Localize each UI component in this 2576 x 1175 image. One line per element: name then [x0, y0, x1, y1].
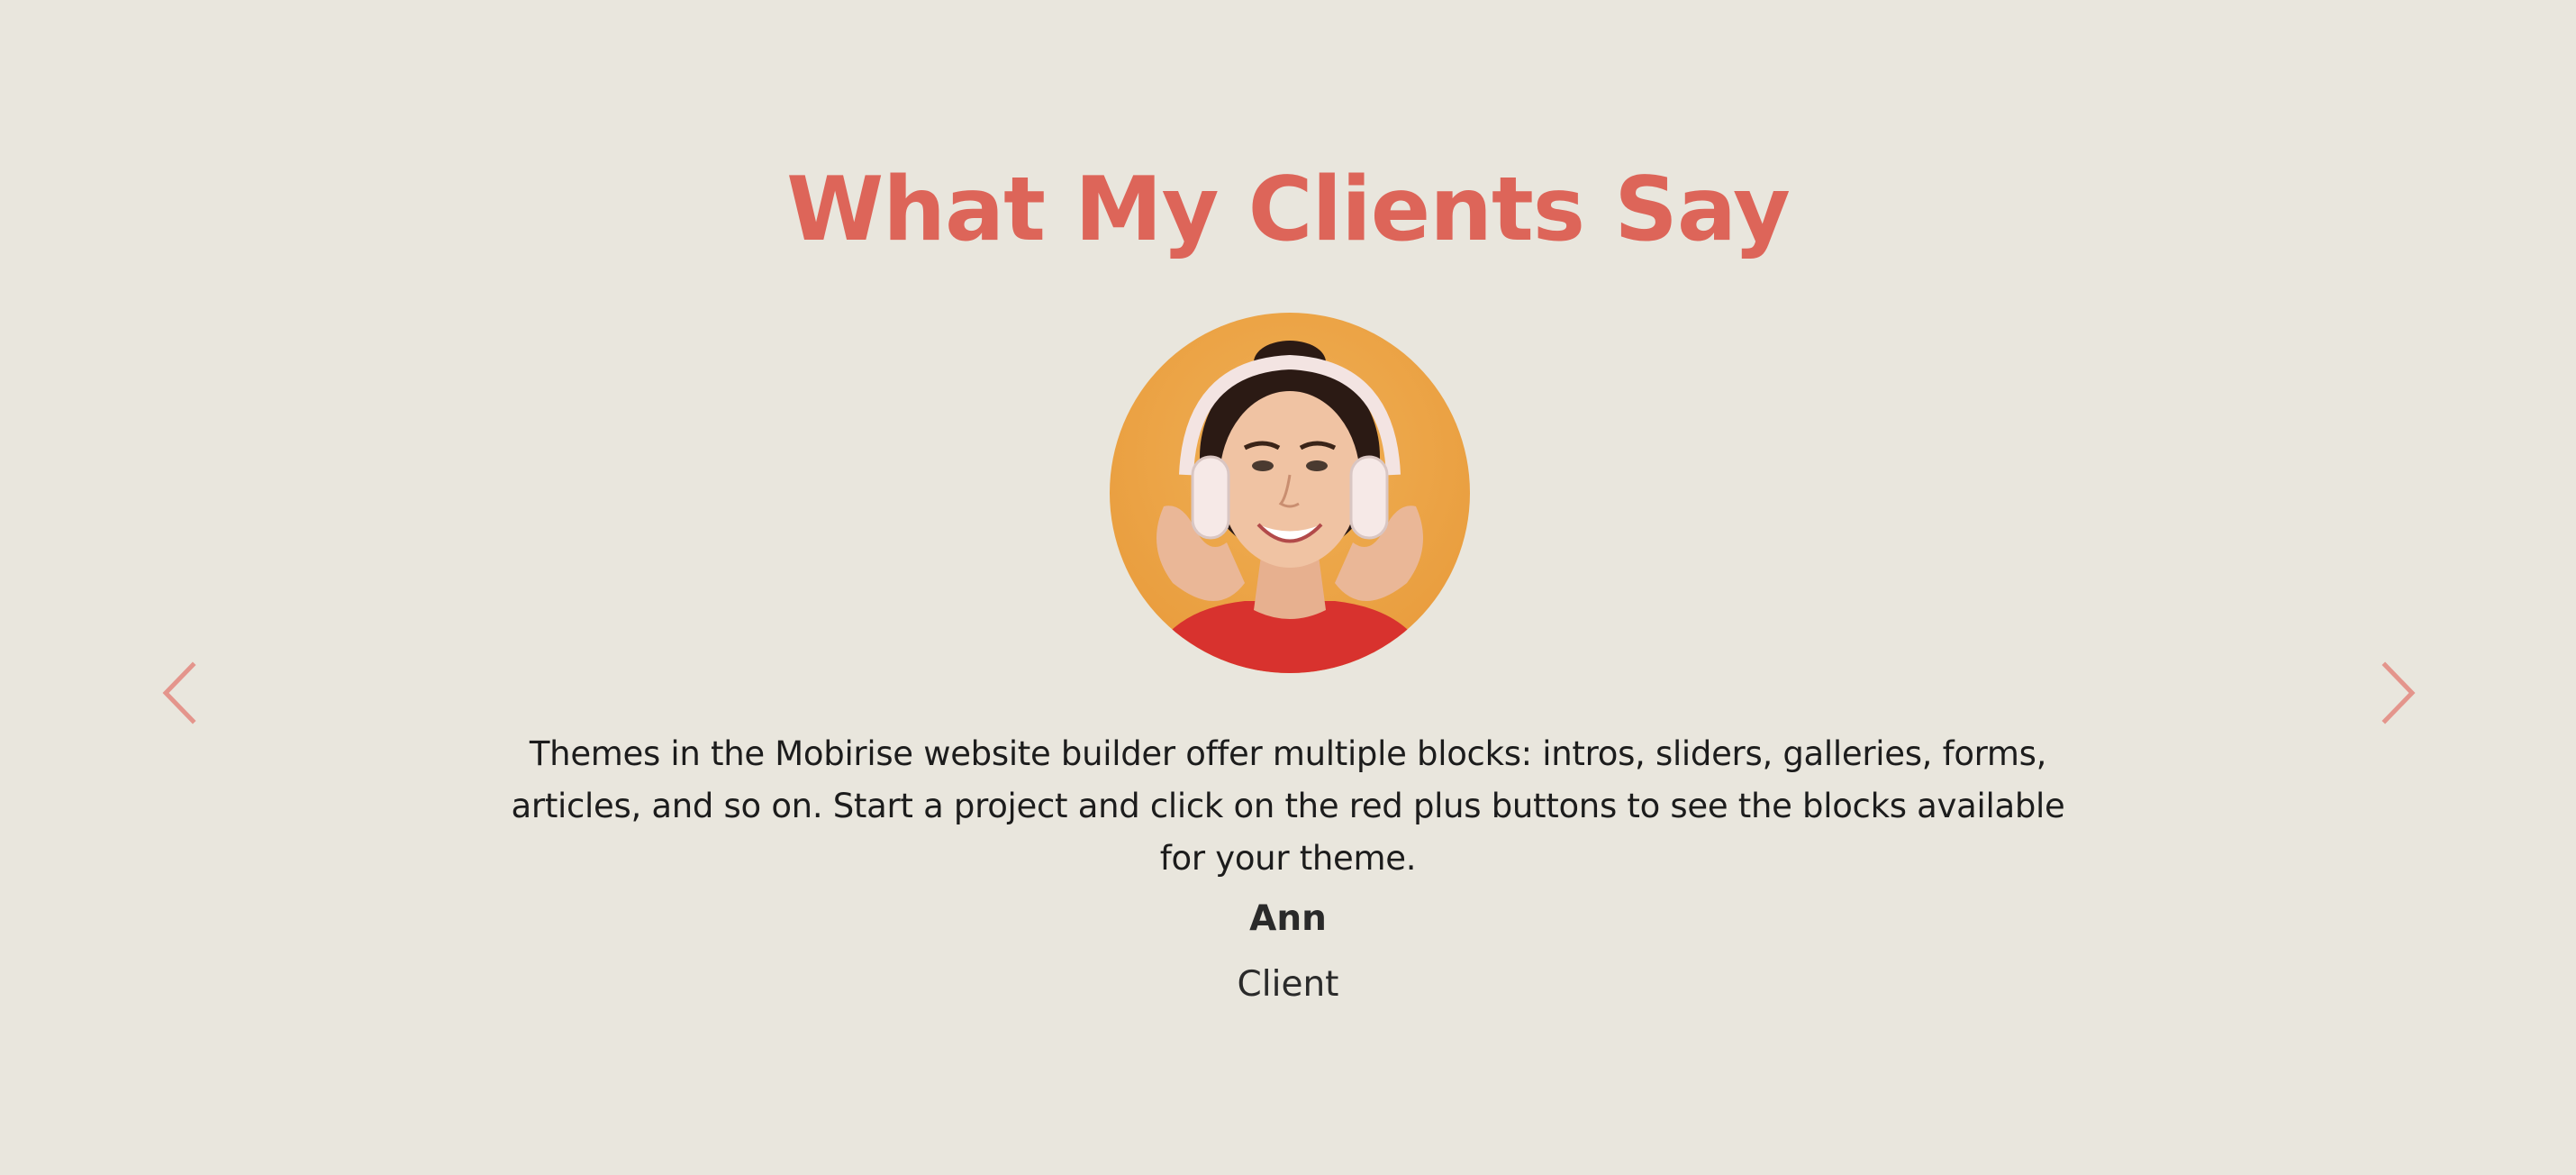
chevron-right-icon: [2381, 661, 2416, 724]
author-role: Client: [1237, 964, 1339, 1005]
section-title: What My Clients Say: [786, 159, 1791, 261]
author-name: Ann: [1249, 898, 1327, 939]
client-avatar: [1110, 313, 1470, 673]
carousel-prev-button[interactable]: [159, 661, 204, 724]
testimonials-section: What My Clients Say Themes in the Mobiri…: [0, 0, 2576, 1175]
chevron-left-icon: [162, 661, 196, 724]
portrait-image-icon: [1110, 313, 1470, 673]
testimonial-quote: Themes in the Mobirise website builder o…: [511, 734, 2065, 878]
carousel-next-button[interactable]: [2374, 661, 2419, 724]
